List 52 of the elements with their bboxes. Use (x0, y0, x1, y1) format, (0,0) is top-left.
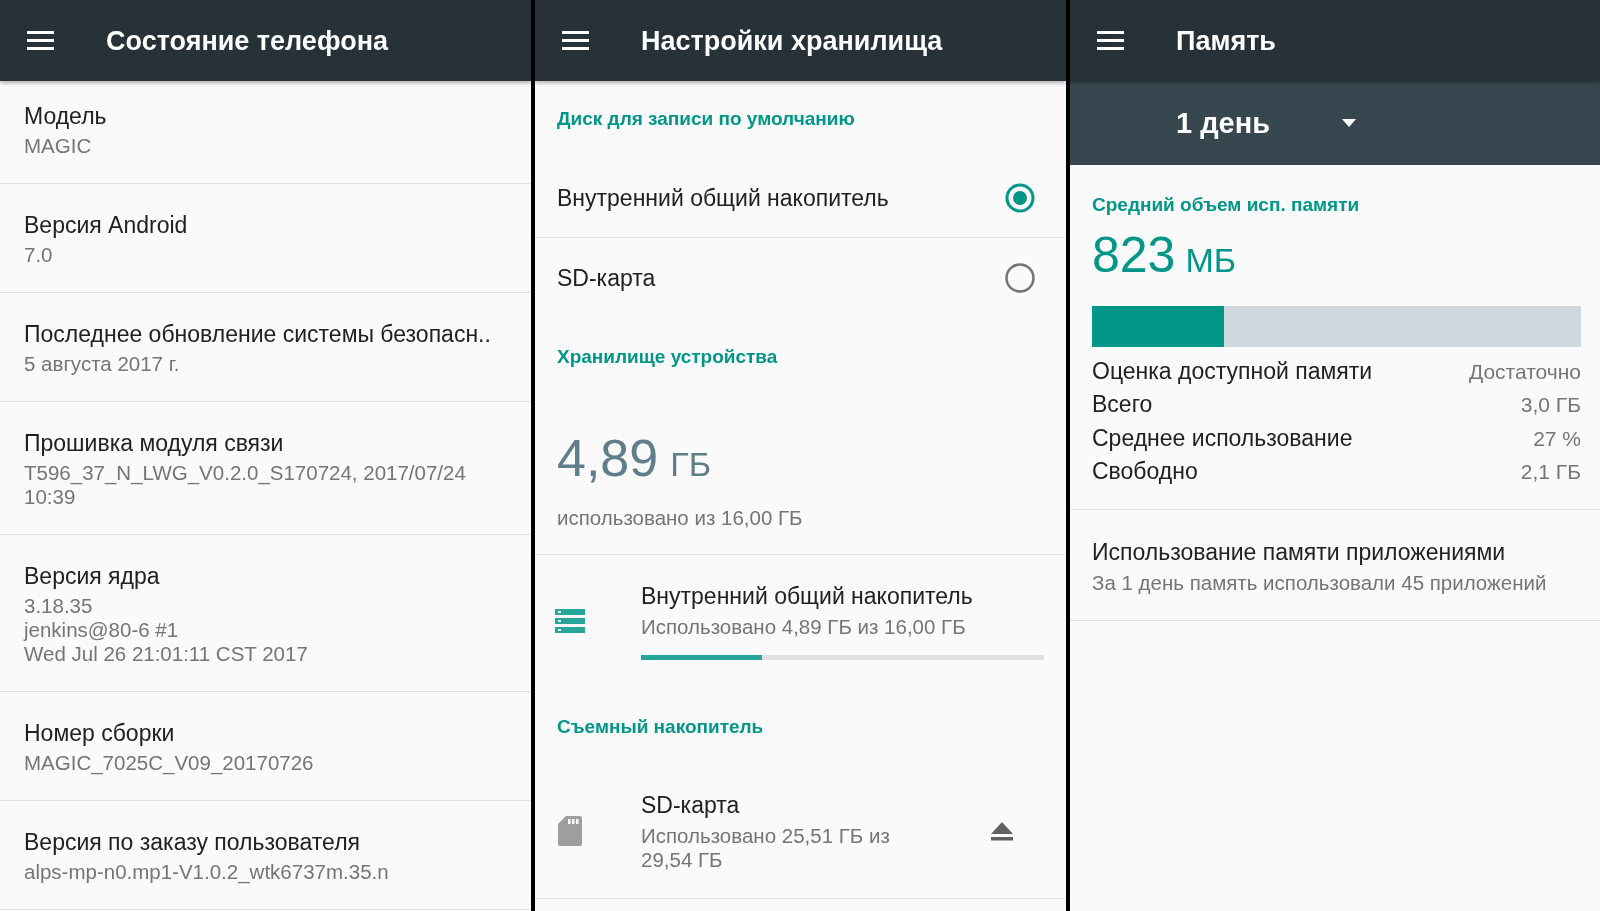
setting-title: Номер сборки (24, 719, 176, 748)
setting-title: Последнее обновление системы безопасн.. (24, 320, 492, 349)
storage-used-value: 4,89 (557, 429, 659, 487)
eject-icon[interactable] (991, 821, 1013, 841)
volume-title: SD-карта (641, 791, 741, 820)
storage-used-unit: ГБ (670, 445, 711, 483)
setting-value: MAGIC (24, 134, 93, 158)
stat-label: Свободно (1092, 456, 1198, 486)
memory-average-value: 823 (1092, 227, 1176, 283)
setting-value: MAGIC_7025C_V09_20170726 (24, 751, 315, 775)
setting-title: Модель (24, 102, 108, 131)
sd-card-icon (558, 816, 582, 846)
stat-value: Достаточно (1468, 359, 1581, 385)
section-header: Диск для записи по умолчанию (557, 107, 855, 131)
section-header: Съемный накопитель (557, 715, 764, 739)
stat-value: 2,1 ГБ (1520, 458, 1581, 485)
radio-button[interactable] (1005, 182, 1035, 213)
setting-value: T596_37_N_LWG_V0.2.0_S170724, 2017/07/24 10:39 (24, 461, 467, 509)
volume-title: Внутренний общий накопитель (641, 582, 974, 611)
setting-title: Версия ядра (24, 562, 161, 591)
setting-title: Версия по заказу пользователя (24, 828, 361, 857)
volume-summary: Использовано 25,51 ГБ из 29,54 ГБ (641, 824, 891, 872)
setting-title: Использование памяти приложениями (1092, 538, 1506, 568)
setting-value: 7.0 (24, 243, 54, 267)
caret-icon (1342, 119, 1356, 127)
menu-icon[interactable] (27, 31, 54, 50)
screen-title: Память (1176, 24, 1276, 58)
stat-value: 27 % (1533, 425, 1581, 452)
section-header: Средний объем исп. памяти (1092, 193, 1360, 217)
stat-label: Среднее использование (1092, 423, 1353, 453)
setting-title: Версия Android (24, 211, 189, 240)
screen-title: Настройки хранилища (641, 24, 943, 58)
setting-summary: За 1 день память использовали 45 приложений (1092, 571, 1547, 596)
setting-value: 3.18.35 jenkins@80-6 #1 Wed Jul 26 21:01:11 CST 2017 (24, 594, 309, 666)
stat-label: Всего (1092, 390, 1153, 420)
option-label: SD-карта (557, 264, 657, 293)
volume-summary: Использовано 4,89 ГБ из 16,00 ГБ (641, 615, 967, 639)
setting-value: alps-mp-n0.mp1-V1.0.2_wtk6737m.35.n (24, 860, 390, 884)
setting-title: Прошивка модуля связи (24, 429, 285, 458)
storage-icon (555, 608, 585, 633)
period-dropdown[interactable]: 1 день (1176, 106, 1356, 140)
setting-value: 5 августа 2017 г. (24, 352, 181, 376)
stat-value: 3,0 ГБ (1520, 392, 1581, 419)
menu-icon[interactable] (562, 31, 589, 50)
radio-button[interactable] (1005, 263, 1035, 293)
option-label: Внутренний общий накопитель (557, 183, 890, 213)
menu-icon[interactable] (1097, 31, 1124, 50)
stat-label: Оценка доступной памяти (1092, 357, 1373, 386)
storage-caption: использовано из 16,00 ГБ (557, 506, 803, 530)
section-header: Хранилище устройства (557, 345, 778, 369)
memory-unit: МБ (1185, 241, 1237, 279)
screen-title: Состояние телефона (106, 24, 388, 58)
